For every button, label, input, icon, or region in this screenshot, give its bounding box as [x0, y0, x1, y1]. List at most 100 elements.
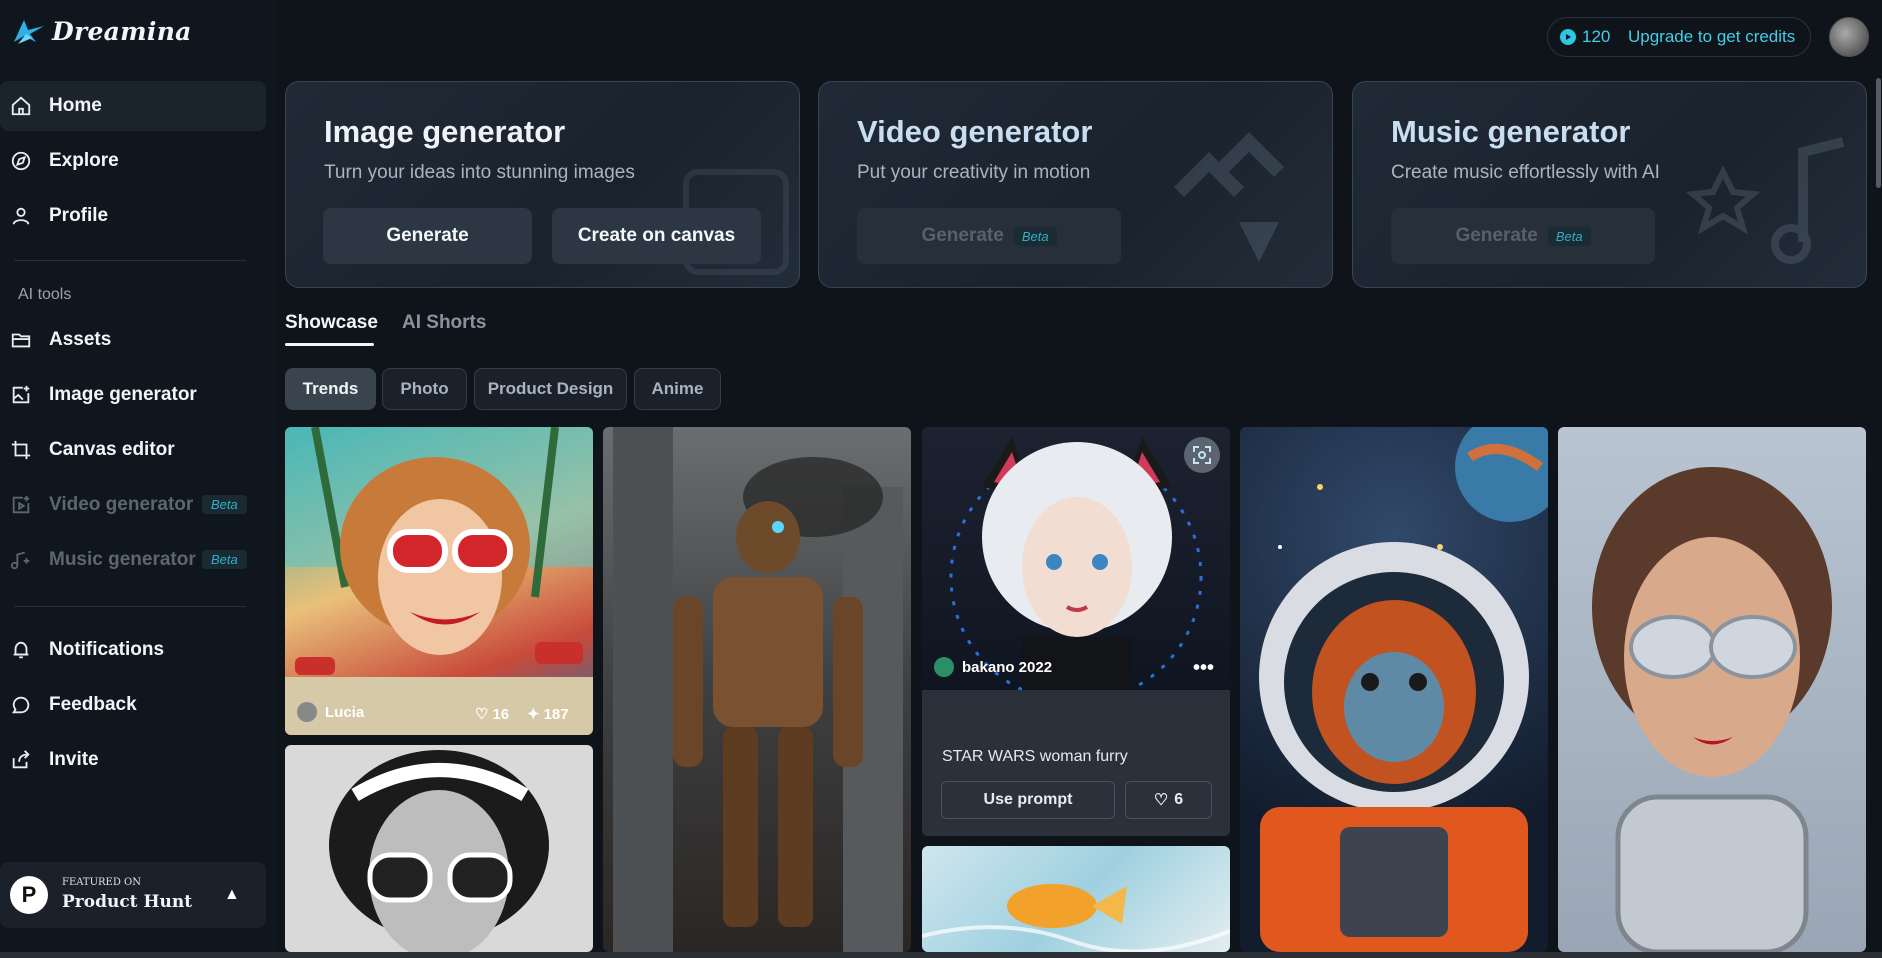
- likes-count: 16: [492, 705, 510, 723]
- sidebar-item-label: Video generator: [49, 494, 194, 515]
- product-hunt-name: Product Hunt: [62, 892, 193, 912]
- sidebar-item-profile[interactable]: Profile: [0, 191, 266, 241]
- sidebar-item-label: Notifications: [49, 639, 165, 660]
- gallery-tile[interactable]: [1240, 427, 1548, 952]
- chat-icon: [10, 694, 32, 716]
- gallery-tile[interactable]: bakano 2022 •••: [922, 427, 1230, 690]
- author-avatar: [297, 702, 317, 722]
- gallery-tile[interactable]: [603, 427, 911, 952]
- card-title: Music generator: [1391, 114, 1631, 149]
- tab-showcase[interactable]: Showcase: [285, 312, 378, 334]
- beta-badge: Beta: [1547, 226, 1591, 246]
- create-on-canvas-button[interactable]: Create on canvas: [552, 208, 761, 264]
- upgrade-link[interactable]: Upgrade to get credits: [1628, 27, 1795, 47]
- retro-woman-image: [285, 427, 593, 735]
- compass-icon: [10, 150, 32, 172]
- sidebar-item-music-generator[interactable]: Music generator Beta: [0, 535, 266, 585]
- filter-chip-photo[interactable]: Photo: [382, 368, 467, 410]
- bw-woman-image: [329, 750, 549, 952]
- vertical-scrollbar[interactable]: [1876, 78, 1881, 188]
- sidebar-item-assets[interactable]: Assets: [0, 315, 266, 365]
- gallery-tile[interactable]: [922, 846, 1230, 952]
- sidebar-item-image-generator[interactable]: Image generator: [0, 370, 266, 420]
- likes-stat[interactable]: ♡ 16: [475, 705, 510, 724]
- user-icon: [10, 205, 32, 227]
- gallery-tile[interactable]: [1558, 427, 1866, 952]
- credits-pill[interactable]: 120 Upgrade to get credits: [1547, 17, 1811, 57]
- video-plus-icon: [10, 494, 32, 516]
- product-hunt-featured-label: FEATURED ON: [62, 877, 141, 888]
- image-generate-button[interactable]: Generate: [323, 208, 532, 264]
- music-generate-button[interactable]: Generate Beta: [1391, 208, 1655, 264]
- share-icon: [10, 749, 32, 771]
- home-icon: [10, 95, 32, 117]
- filter-chip-trends[interactable]: Trends: [285, 368, 376, 410]
- card-title: Image generator: [324, 114, 566, 149]
- sidebar: Dreamina Home Explore Profile AI tools A…: [0, 0, 276, 958]
- logo[interactable]: Dreamina: [12, 16, 192, 46]
- sidebar-item-label: Home: [49, 95, 102, 116]
- product-hunt-logo: P: [10, 876, 48, 914]
- sidebar-item-invite[interactable]: Invite: [0, 735, 266, 785]
- tab-underline: [285, 343, 374, 346]
- author-name[interactable]: bakano 2022: [962, 659, 1052, 676]
- music-plus-icon: [10, 549, 32, 571]
- filter-chip-anime[interactable]: Anime: [634, 368, 721, 410]
- horizontal-scrollbar[interactable]: [0, 952, 1882, 958]
- remix-stat: ✦ 187: [527, 705, 569, 724]
- sidebar-item-label: Canvas editor: [49, 439, 175, 460]
- like-button[interactable]: ♡ 6: [1125, 781, 1212, 819]
- credit-icon: [1560, 29, 1576, 45]
- video-generate-button[interactable]: Generate Beta: [857, 208, 1121, 264]
- sidebar-item-label: Explore: [49, 150, 119, 171]
- sidebar-item-feedback[interactable]: Feedback: [0, 680, 266, 730]
- logo-icon: [14, 20, 44, 44]
- gallery-tile[interactable]: Lucia ♡ 16 ✦ 187: [285, 427, 593, 735]
- heart-icon: ♡: [475, 706, 489, 723]
- filter-chip-product-design[interactable]: Product Design: [474, 368, 627, 410]
- remix-count: 187: [543, 705, 569, 723]
- credit-count: 120: [1582, 27, 1611, 46]
- astronaut-monkey-image: [1259, 427, 1548, 952]
- image-plus-icon: [10, 384, 32, 406]
- upvote-icon: ▲: [224, 886, 240, 903]
- sidebar-item-video-generator[interactable]: Video generator Beta: [0, 480, 266, 530]
- sidebar-item-explore[interactable]: Explore: [0, 136, 266, 186]
- sidebar-item-label: Music generator: [49, 549, 196, 570]
- avatar[interactable]: [1829, 17, 1869, 57]
- prompt-text: STAR WARS woman furry: [942, 748, 1128, 765]
- image-generator-card: Image generator Turn your ideas into stu…: [285, 81, 800, 288]
- author-name[interactable]: Lucia: [325, 704, 364, 721]
- video-generator-card: Video generator Put your creativity in m…: [818, 81, 1333, 288]
- card-subtitle: Turn your ideas into stunning images: [324, 162, 635, 183]
- beta-badge: Beta: [202, 495, 247, 514]
- sidebar-item-notifications[interactable]: Notifications: [0, 625, 266, 675]
- chrome-woman-image: [1592, 467, 1832, 952]
- beta-badge: Beta: [202, 550, 247, 569]
- crop-icon: [10, 439, 32, 461]
- use-prompt-button[interactable]: Use prompt: [941, 781, 1115, 819]
- card-subtitle: Put your creativity in motion: [857, 162, 1091, 183]
- author-avatar: [934, 657, 954, 677]
- sidebar-item-canvas-editor[interactable]: Canvas editor: [0, 425, 266, 475]
- likes-count: 6: [1174, 791, 1184, 808]
- card-title: Video generator: [857, 114, 1093, 149]
- more-options-icon[interactable]: •••: [1193, 657, 1214, 680]
- card-decoration-icon: [1174, 132, 1284, 262]
- sidebar-item-label: Image generator: [49, 384, 197, 405]
- card-decoration-icon: [1685, 137, 1845, 264]
- sidebar-item-label: Invite: [49, 749, 99, 770]
- music-generator-card: Music generator Create music effortlessl…: [1352, 81, 1867, 288]
- beta-badge: Beta: [1013, 226, 1057, 246]
- scan-icon[interactable]: [1184, 437, 1220, 473]
- sparkle-icon: ✦: [527, 706, 540, 723]
- tab-ai-shorts[interactable]: AI Shorts: [402, 312, 486, 334]
- featured-card-detail: STAR WARS woman furry Use prompt ♡ 6: [922, 690, 1230, 836]
- sidebar-item-home[interactable]: Home: [0, 81, 266, 131]
- product-hunt-badge[interactable]: P FEATURED ON Product Hunt ▲: [0, 862, 266, 928]
- goldfish-image: [922, 884, 1230, 952]
- gallery-tile[interactable]: [285, 745, 593, 952]
- cat-girl-image: [949, 437, 1203, 690]
- sidebar-divider: [14, 260, 246, 261]
- music-generate-label: Generate: [1455, 225, 1538, 246]
